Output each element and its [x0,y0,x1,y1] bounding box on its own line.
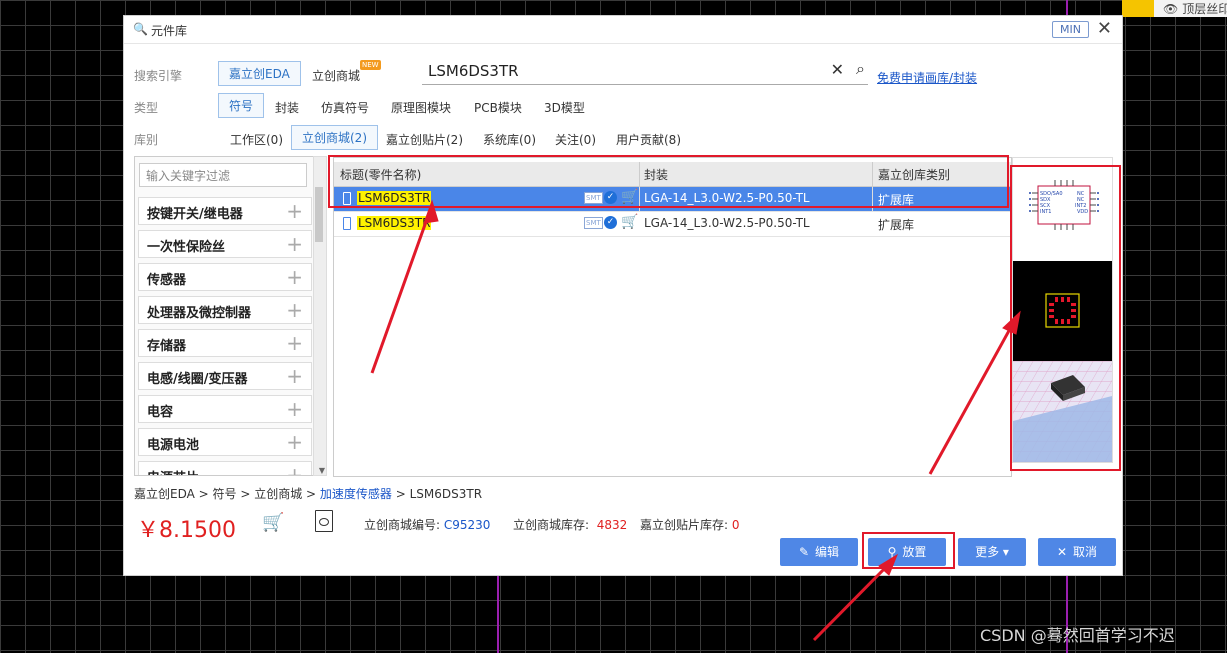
watermark: CSDN @蓦然回首学习不迟 [980,626,1175,645]
annotation-arrows [370,199,1021,642]
